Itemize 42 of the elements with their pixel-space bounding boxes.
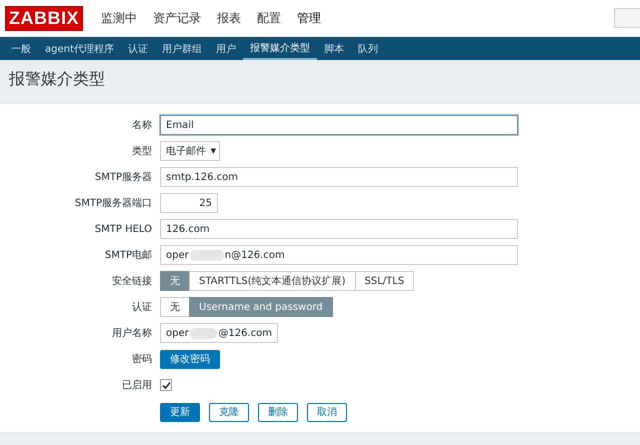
main-menu-tab[interactable]: 配置 [249, 10, 289, 26]
port-field[interactable]: 25 [160, 193, 218, 213]
change-password-button[interactable]: 修改密码 [160, 350, 220, 368]
field-label: 类型 [131, 144, 153, 158]
text-field[interactable]: smtp.126.com [160, 167, 518, 187]
field-label: 密码 [131, 352, 153, 366]
action-button[interactable]: 取消 [307, 402, 347, 422]
sub-menu-tab[interactable]: 脚本 [316, 37, 351, 60]
sub-menu-tab[interactable]: 队列 [350, 37, 385, 60]
sub-menu-tab[interactable]: 认证 [120, 37, 155, 60]
sub-menu-tab[interactable]: 报警媒介类型 [242, 37, 317, 60]
field-label: 认证 [131, 301, 153, 314]
main-menu-tab[interactable]: 资产记录 [145, 10, 209, 26]
action-button[interactable]: 更新 [160, 402, 200, 422]
action-button[interactable]: 克隆 [209, 402, 249, 422]
main-menu-tab[interactable]: 监测中 [93, 10, 145, 26]
field-label: 用户名称 [111, 326, 153, 340]
field-label: 名称 [131, 119, 153, 132]
field-label: SMTP HELO [94, 224, 153, 234]
segment-option[interactable]: STARTTLS(纯文本通信协议扩展) [189, 271, 356, 291]
action-button[interactable]: 删除 [258, 402, 298, 422]
segment-option[interactable]: SSL/TLS [354, 271, 414, 291]
segment-option[interactable]: 无 [160, 297, 190, 317]
search-field[interactable] [614, 8, 640, 28]
field-label: SMTP电邮 [104, 248, 153, 262]
page-title: 报警媒介类型 [9, 68, 105, 90]
field-label: 已启用 [121, 378, 153, 392]
text-field[interactable]: oper @126.com [160, 323, 278, 343]
sub-menu-tab[interactable]: 一般 [4, 37, 38, 60]
main-menu-tab[interactable]: 报表 [209, 10, 249, 26]
text-field[interactable]: Email [160, 115, 518, 135]
zabbix-logo[interactable]: ZABBIX [5, 6, 83, 30]
main-menu-tab[interactable]: 管理 [289, 10, 329, 26]
text-field[interactable]: 126.com [160, 219, 518, 239]
sub-menu-tab[interactable]: 用户群组 [154, 37, 209, 60]
field-label: SMTP服务器 [94, 171, 153, 184]
text-field[interactable]: oper n@126.com [160, 245, 518, 265]
field-label: SMTP服务器端口 [74, 196, 153, 210]
enabled-checkbox[interactable] [160, 379, 172, 391]
sub-menu-tab[interactable]: agent代理程序 [38, 37, 121, 60]
sub-menu-tab[interactable]: 用户 [208, 37, 243, 60]
field-label: 安全链接 [111, 274, 153, 288]
